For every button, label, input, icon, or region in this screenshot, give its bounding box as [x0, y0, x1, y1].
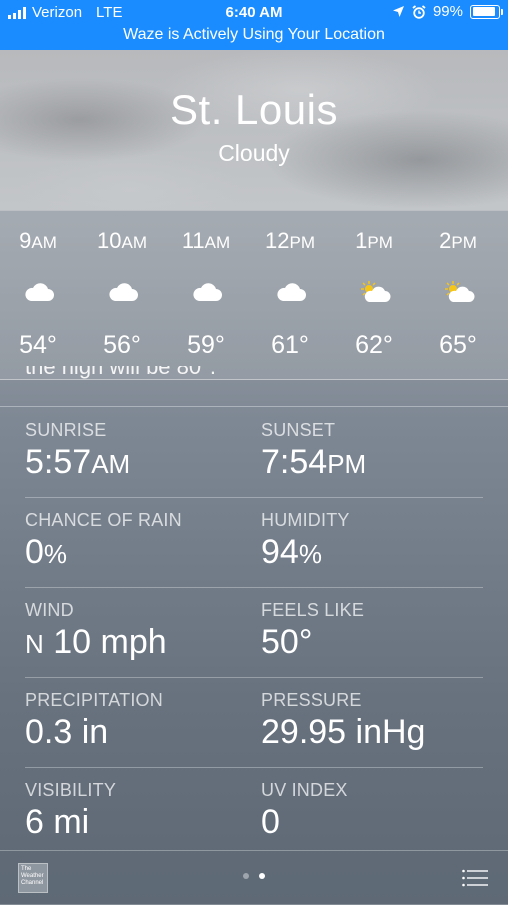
sunset-cell: SUNSET 7:54PM	[261, 408, 366, 482]
cloud-icon	[275, 281, 307, 303]
detail-row: VISIBILITY 6 mi UV INDEX 0	[25, 768, 483, 857]
wind-cell: WIND N 10 mph	[25, 588, 167, 662]
page-indicator[interactable]	[0, 873, 508, 879]
detail-row: CHANCE OF RAIN 0% HUMIDITY 94%	[25, 498, 483, 588]
summary-divider	[0, 406, 508, 407]
hour-temperature: 56°	[103, 331, 141, 359]
chance-of-rain-cell: CHANCE OF RAIN 0%	[25, 498, 182, 572]
pressure-value: 29.95 inHg	[261, 713, 426, 751]
detail-row: PRECIPITATION 0.3 in PRESSURE 29.95 inHg	[25, 678, 483, 768]
bottom-toolbar: The Weather Channel	[0, 850, 508, 905]
city-name: St. Louis	[170, 86, 338, 133]
precipitation-label: PRECIPITATION	[25, 690, 163, 710]
feels-like-value: 50°	[261, 623, 313, 661]
uv-index-label: UV INDEX	[261, 780, 348, 800]
hour-temperature: 54°	[19, 331, 57, 359]
detail-row: SUNRISE 5:57AM SUNSET 7:54PM	[25, 408, 483, 498]
humidity-value: 94%	[261, 533, 322, 571]
visibility-cell: VISIBILITY 6 mi	[25, 768, 116, 842]
uv-index-cell: UV INDEX 0	[261, 768, 348, 842]
feels-like-label: FEELS LIKE	[261, 600, 365, 620]
wind-value: N 10 mph	[25, 623, 167, 661]
status-bar: Verizon LTE 6:40 AM 99% Waze is Actively…	[0, 0, 508, 50]
alarm-icon	[412, 4, 426, 19]
sunrise-cell: SUNRISE 5:57AM	[25, 408, 130, 482]
chance-of-rain-label: CHANCE OF RAIN	[25, 510, 182, 530]
page-dot[interactable]	[259, 873, 265, 879]
hourly-forecast[interactable]: 9AM 54° 10AM 56° 11AM 59° 12PM 61° 1PM 62° 2PM 65°	[0, 210, 508, 380]
cloud-icon	[23, 281, 55, 303]
hour-label: 11AM	[181, 228, 231, 253]
list-icon[interactable]	[462, 868, 488, 888]
chance-of-rain-value: 0%	[25, 533, 68, 571]
wind-label: WIND	[25, 600, 74, 620]
hour-label: 10AM	[97, 228, 147, 253]
detail-row: WIND N 10 mph FEELS LIKE 50°	[25, 588, 483, 678]
current-condition: Cloudy	[218, 140, 290, 166]
cloud-icon	[191, 281, 223, 303]
pressure-cell: PRESSURE 29.95 inHg	[261, 678, 425, 752]
hour-label: 9AM	[19, 228, 57, 253]
hour-temperature: 59°	[187, 331, 225, 359]
hour-temperature: 65°	[439, 331, 477, 359]
sunrise-value: 5:57AM	[25, 443, 131, 481]
humidity-label: HUMIDITY	[261, 510, 350, 530]
hour-label: 12PM	[265, 228, 315, 253]
location-arrow-icon	[392, 6, 404, 17]
visibility-value: 6 mi	[25, 803, 90, 841]
partly-sunny-icon	[443, 281, 475, 303]
precipitation-cell: PRECIPITATION 0.3 in	[25, 678, 163, 752]
cloud-icon	[107, 281, 139, 303]
page-dot[interactable]	[243, 873, 249, 879]
hour-temperature: 62°	[355, 331, 393, 359]
daily-summary-text: the high will be 80°.	[25, 366, 217, 379]
sunset-value: 7:54PM	[261, 443, 367, 481]
visibility-label: VISIBILITY	[25, 780, 117, 800]
partly-sunny-icon	[359, 281, 391, 303]
sunrise-label: SUNRISE	[25, 420, 107, 440]
hour-label: 1PM	[355, 228, 393, 253]
battery-percent: 99%	[432, 3, 463, 20]
location-banner[interactable]: Waze is Actively Using Your Location	[0, 26, 508, 44]
uv-index-value: 0	[261, 803, 280, 841]
battery-icon	[470, 4, 503, 19]
pressure-label: PRESSURE	[261, 690, 362, 710]
sunset-label: SUNSET	[261, 420, 336, 440]
hour-temperature: 61°	[271, 331, 309, 359]
hour-label: 2PM	[439, 228, 477, 253]
feels-like-cell: FEELS LIKE 50°	[261, 588, 364, 662]
precipitation-value: 0.3 in	[25, 713, 109, 751]
weather-details: SUNRISE 5:57AM SUNSET 7:54PM CHANCE OF R…	[25, 408, 483, 857]
humidity-cell: HUMIDITY 94%	[261, 498, 350, 572]
